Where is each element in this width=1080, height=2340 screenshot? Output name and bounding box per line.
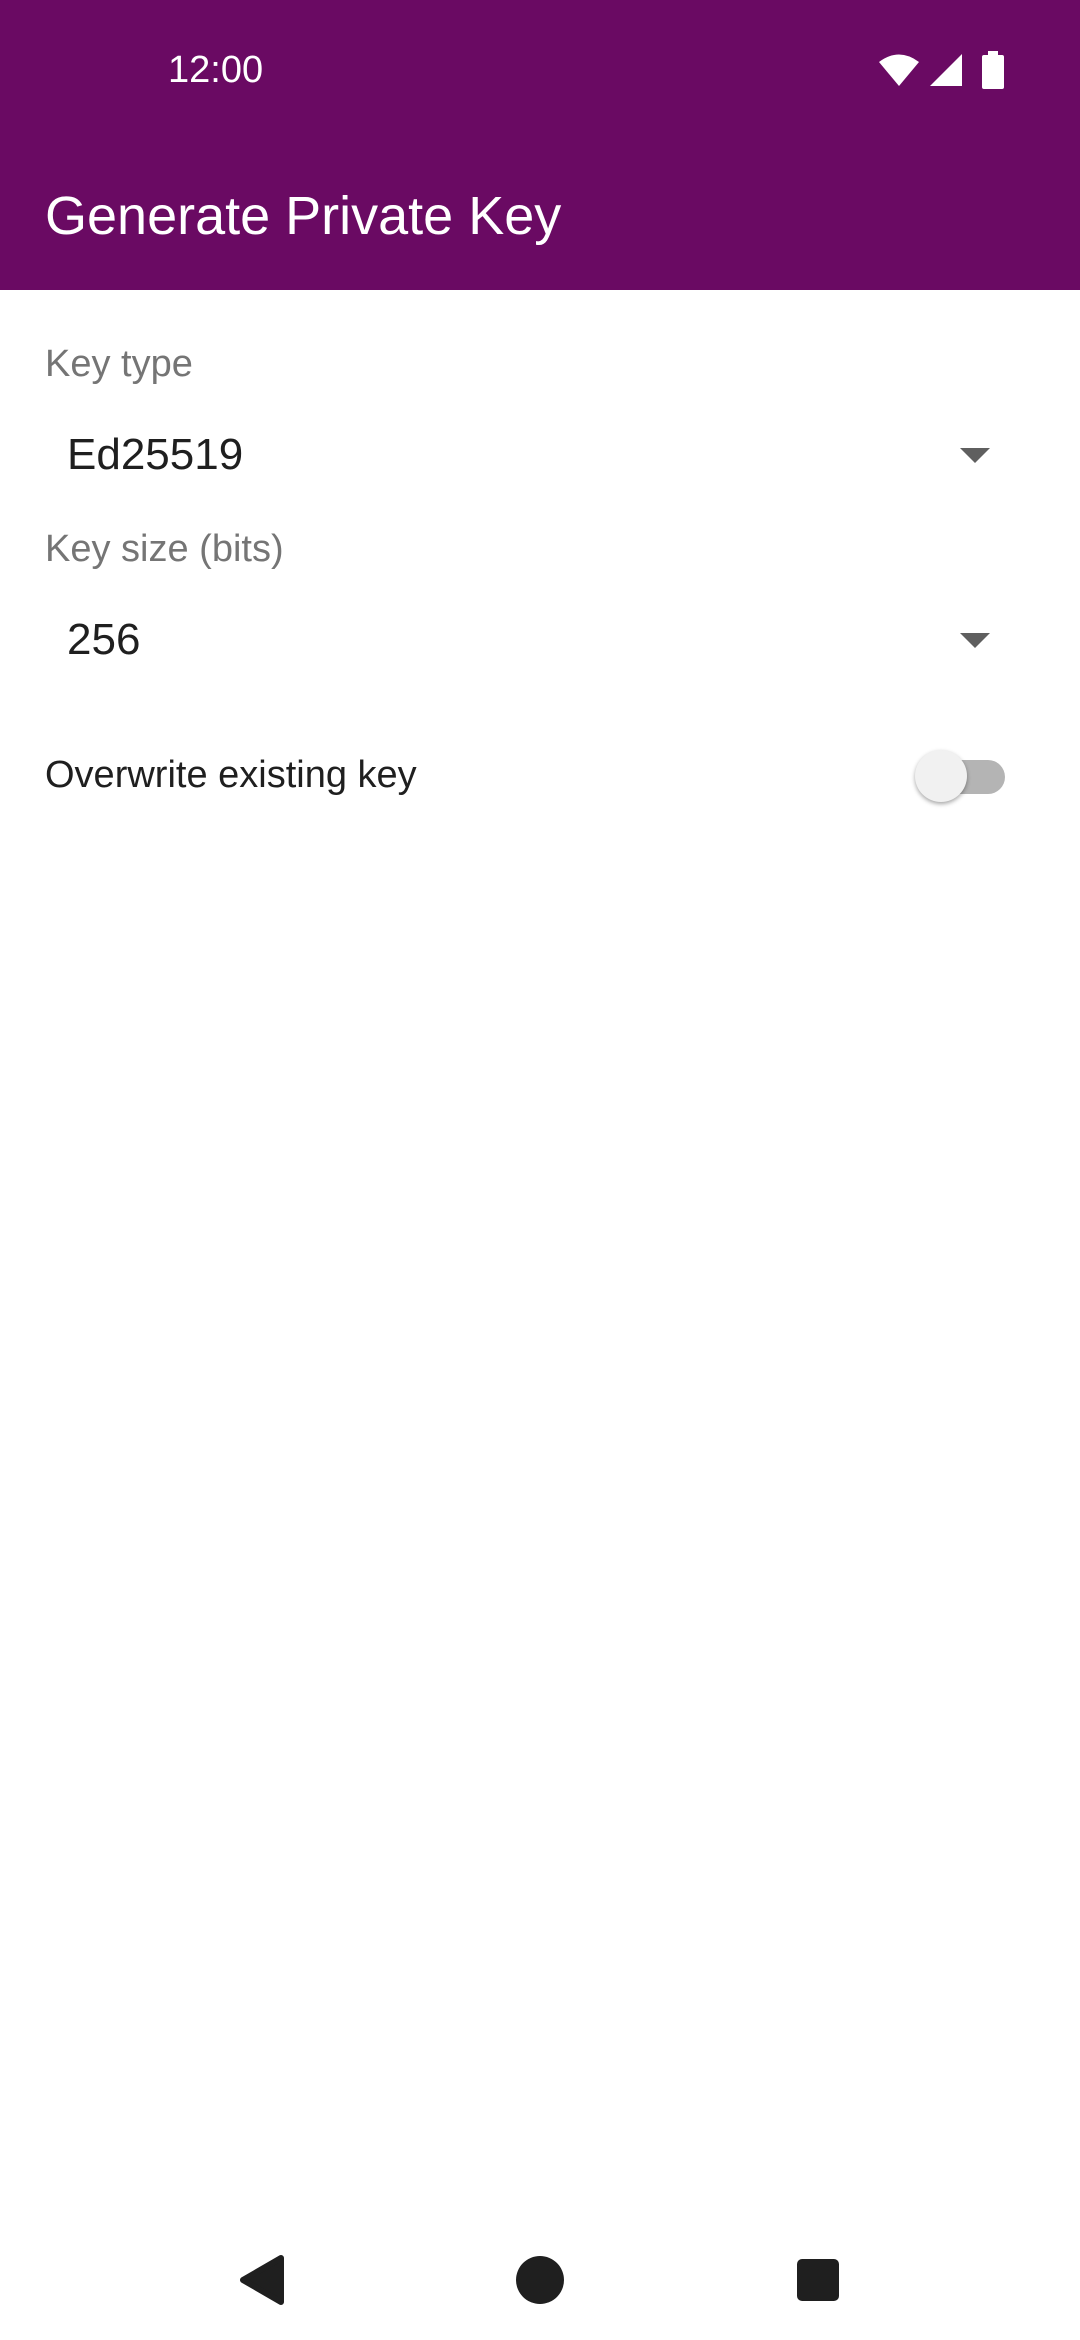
- screen: 12:00 Generate Private Key Key type Ed25…: [0, 0, 1080, 2340]
- cell-signal-icon: [928, 52, 964, 88]
- home-icon: [516, 2256, 564, 2304]
- back-icon: [240, 2255, 284, 2305]
- dropdown-arrow-icon: [960, 447, 990, 463]
- overwrite-switch[interactable]: [915, 747, 1005, 803]
- key-type-dropdown[interactable]: Ed25519: [45, 405, 1020, 505]
- key-size-value: 256: [67, 615, 141, 664]
- dropdown-arrow-icon: [960, 632, 990, 648]
- status-icons: [878, 50, 1004, 90]
- switch-thumb: [915, 750, 967, 802]
- key-size-label: Key size (bits): [45, 528, 284, 570]
- wifi-icon: [878, 53, 920, 87]
- status-time: 12:00: [168, 49, 264, 91]
- key-size-dropdown[interactable]: 256: [45, 590, 1020, 690]
- overwrite-label: Overwrite existing key: [45, 754, 417, 796]
- home-button[interactable]: [500, 2240, 580, 2320]
- recents-icon: [797, 2259, 839, 2301]
- navigation-bar: [0, 2220, 1080, 2340]
- page-title: Generate Private Key: [45, 186, 562, 246]
- battery-icon: [982, 51, 1004, 89]
- key-type-value: Ed25519: [67, 430, 244, 479]
- overwrite-row[interactable]: Overwrite existing key: [45, 735, 1020, 815]
- back-button[interactable]: [222, 2240, 302, 2320]
- recents-button[interactable]: [778, 2240, 858, 2320]
- key-type-label: Key type: [45, 343, 193, 385]
- app-bar: 12:00 Generate Private Key: [0, 0, 1080, 290]
